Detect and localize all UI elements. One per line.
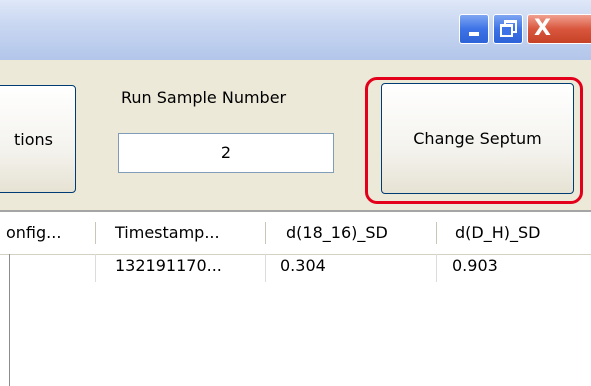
- minimize-icon: [469, 32, 479, 36]
- restore-button[interactable]: [493, 14, 523, 44]
- cell-divider: [436, 254, 437, 282]
- data-grid: onfig... Timestamp... d(18_16)_SD d(D_H)…: [0, 210, 591, 386]
- column-header-config[interactable]: onfig...: [6, 212, 61, 254]
- run-sample-input[interactable]: 2: [118, 133, 334, 173]
- table-cell-d18-16-sd: 0.304: [280, 256, 326, 275]
- cell-divider: [265, 254, 266, 282]
- options-button-label: tions: [14, 129, 53, 149]
- run-sample-label: Run Sample Number: [121, 88, 287, 107]
- cell-divider: [95, 254, 96, 282]
- column-divider[interactable]: [436, 222, 437, 244]
- close-button[interactable]: X: [527, 14, 591, 44]
- close-icon: X: [534, 16, 551, 41]
- window-titlebar: X: [0, 0, 591, 60]
- highlight-annotation: [365, 77, 583, 204]
- minimize-button[interactable]: [459, 14, 489, 44]
- column-header-d18-16-sd[interactable]: d(18_16)_SD: [286, 212, 388, 254]
- options-button[interactable]: tions: [0, 85, 76, 193]
- column-divider[interactable]: [265, 222, 266, 244]
- table-cell-dd-h-sd: 0.903: [452, 256, 498, 275]
- table-cell-timestamp: 132191170...: [115, 256, 222, 275]
- column-header-dd-h-sd[interactable]: d(D_H)_SD: [455, 212, 540, 254]
- column-divider[interactable]: [95, 222, 96, 244]
- grid-header: onfig... Timestamp... d(18_16)_SD d(D_H)…: [0, 212, 591, 255]
- grid-left-border: [9, 254, 10, 386]
- column-header-timestamp[interactable]: Timestamp...: [115, 212, 220, 254]
